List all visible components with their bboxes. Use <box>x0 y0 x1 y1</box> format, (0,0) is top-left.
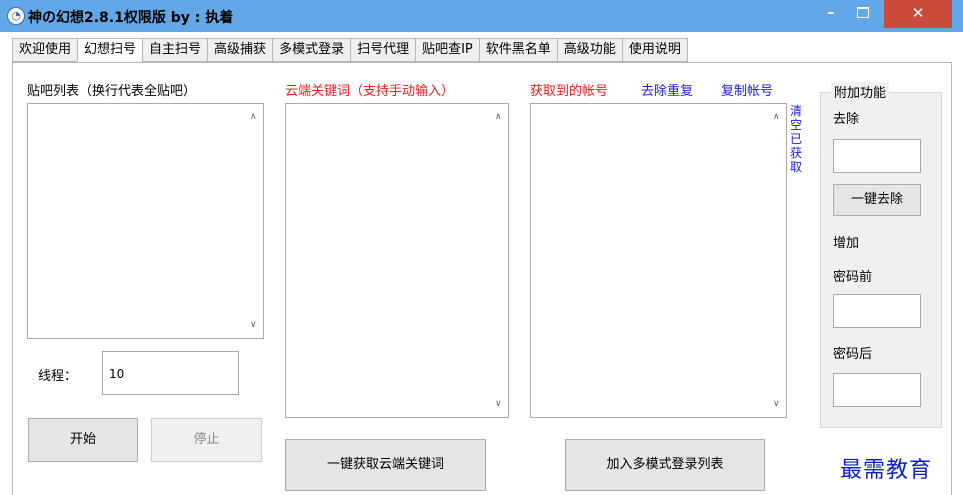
add-label: 增加 <box>833 236 860 251</box>
minimize-button[interactable]: – <box>818 0 844 28</box>
tab-fantasy-scan[interactable]: 幻想扫号 <box>77 38 143 62</box>
remove-label: 去除 <box>833 112 860 127</box>
one-click-remove-button[interactable]: 一键去除 <box>833 184 921 216</box>
close-button[interactable]: ✕ <box>884 0 952 28</box>
scroll-up-icon[interactable]: ∧ <box>250 112 257 122</box>
password-suffix-label: 密码后 <box>833 347 873 362</box>
password-suffix-input[interactable] <box>833 373 921 407</box>
title-bar: ◔ 神の幻想2.8.1权限版 by : 执着 – ✕ <box>0 0 963 32</box>
accounts-textarea[interactable]: ∧ ∨ <box>530 103 787 418</box>
remove-input[interactable] <box>833 139 921 173</box>
scroll-up-icon[interactable]: ∧ <box>495 112 502 122</box>
stop-button[interactable]: 停止 <box>151 418 262 462</box>
start-button[interactable]: 开始 <box>28 418 138 462</box>
threads-input[interactable]: 10 <box>102 351 239 395</box>
tab-instructions[interactable]: 使用说明 <box>621 38 688 62</box>
maximize-icon <box>857 7 869 18</box>
threads-label: 线程： <box>38 369 78 384</box>
watermark-text: 最需教育 <box>840 458 933 483</box>
tab-advanced-functions[interactable]: 高级功能 <box>556 38 622 62</box>
tab-scan-proxy[interactable]: 扫号代理 <box>350 38 416 62</box>
tieba-list-scrollbar[interactable]: ∧ ∨ <box>246 104 263 338</box>
window-title: 神の幻想2.8.1权限版 by : 执着 <box>28 10 234 26</box>
scroll-down-icon[interactable]: ∨ <box>250 320 257 330</box>
tab-tieba-ip[interactable]: 贴吧查IP <box>415 38 479 62</box>
scroll-down-icon[interactable]: ∨ <box>495 399 502 409</box>
tab-advanced-capture[interactable]: 高级捕获 <box>207 38 273 62</box>
tab-multi-login[interactable]: 多模式登录 <box>272 38 351 62</box>
password-prefix-input[interactable] <box>833 294 921 328</box>
tab-welcome[interactable]: 欢迎使用 <box>12 38 78 62</box>
password-prefix-label: 密码前 <box>833 270 873 285</box>
extra-functions-title: 附加功能 <box>831 82 890 101</box>
accounts-label: 获取到的帐号 <box>530 84 609 99</box>
add-multi-login-button[interactable]: 加入多模式登录列表 <box>565 439 765 491</box>
app-icon: ◔ <box>7 7 25 25</box>
cloud-keywords-label: 云端关键词（支持手动输入） <box>285 84 455 99</box>
tab-blacklist[interactable]: 软件黑名单 <box>478 38 557 62</box>
cloud-keywords-scrollbar[interactable]: ∧ ∨ <box>491 104 508 417</box>
tieba-list-textarea[interactable]: ∧ ∨ <box>27 103 264 339</box>
dedupe-link[interactable]: 去除重复 <box>641 80 693 99</box>
tieba-list-label: 贴吧列表（换行代表全贴吧） <box>27 84 197 99</box>
fetch-cloud-keywords-button[interactable]: 一键获取云端关键词 <box>285 439 486 491</box>
scroll-down-icon[interactable]: ∨ <box>773 399 780 409</box>
accounts-scrollbar[interactable]: ∧ ∨ <box>769 104 786 417</box>
tab-self-scan[interactable]: 自主扫号 <box>142 38 208 62</box>
cloud-keywords-textarea[interactable]: ∧ ∨ <box>285 103 509 418</box>
copy-accounts-link[interactable]: 复制帐号 <box>721 80 773 99</box>
scroll-up-icon[interactable]: ∧ <box>773 112 780 122</box>
clear-fetched-link[interactable]: 清空已获取 <box>789 104 803 174</box>
maximize-button[interactable] <box>850 0 876 28</box>
tab-bar: 欢迎使用 幻想扫号 自主扫号 高级捕获 多模式登录 扫号代理 贴吧查IP 软件黑名单 高级功能使… <box>12 38 688 62</box>
